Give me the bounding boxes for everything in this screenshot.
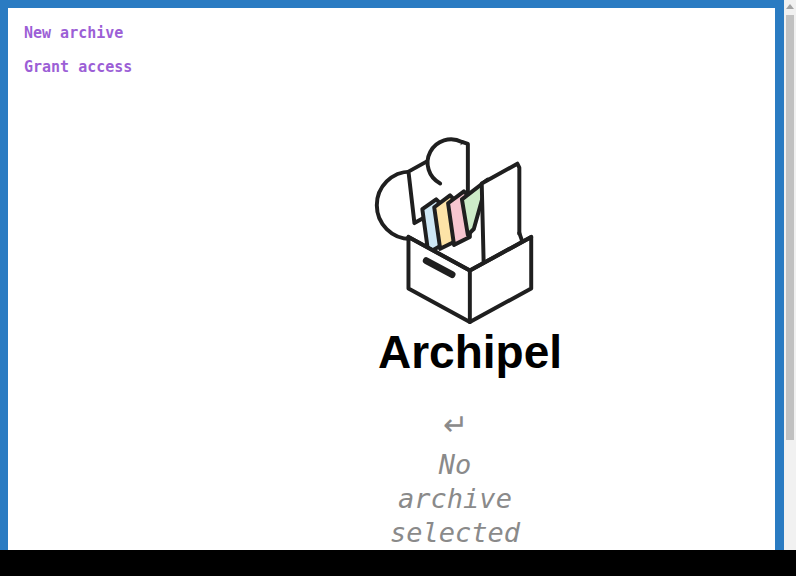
scroll-up-arrow-icon[interactable] <box>786 4 794 9</box>
bottom-bar <box>0 550 796 576</box>
sidebar-link[interactable]: Grant access <box>24 57 135 77</box>
sidebar-link[interactable]: New archive <box>24 23 135 43</box>
app-window: New archive Grant access Archipel ↵ No archi… <box>0 0 796 576</box>
archive-box-logo-icon <box>370 134 540 328</box>
main-area: Archipel ↵ No archive selected <box>135 8 775 550</box>
page-content: New archive Grant access Archipel ↵ No archi… <box>8 8 775 550</box>
page-frame: New archive Grant access Archipel ↵ No archi… <box>0 0 784 550</box>
scrollbar-thumb[interactable] <box>786 15 794 440</box>
brand-title: Archipel <box>378 326 562 378</box>
return-arrow-icon: ↵ <box>443 408 468 442</box>
sidebar: New archive Grant access <box>8 8 135 550</box>
scrollbar[interactable] <box>784 0 796 550</box>
empty-state-message: No archive selected <box>380 448 530 550</box>
